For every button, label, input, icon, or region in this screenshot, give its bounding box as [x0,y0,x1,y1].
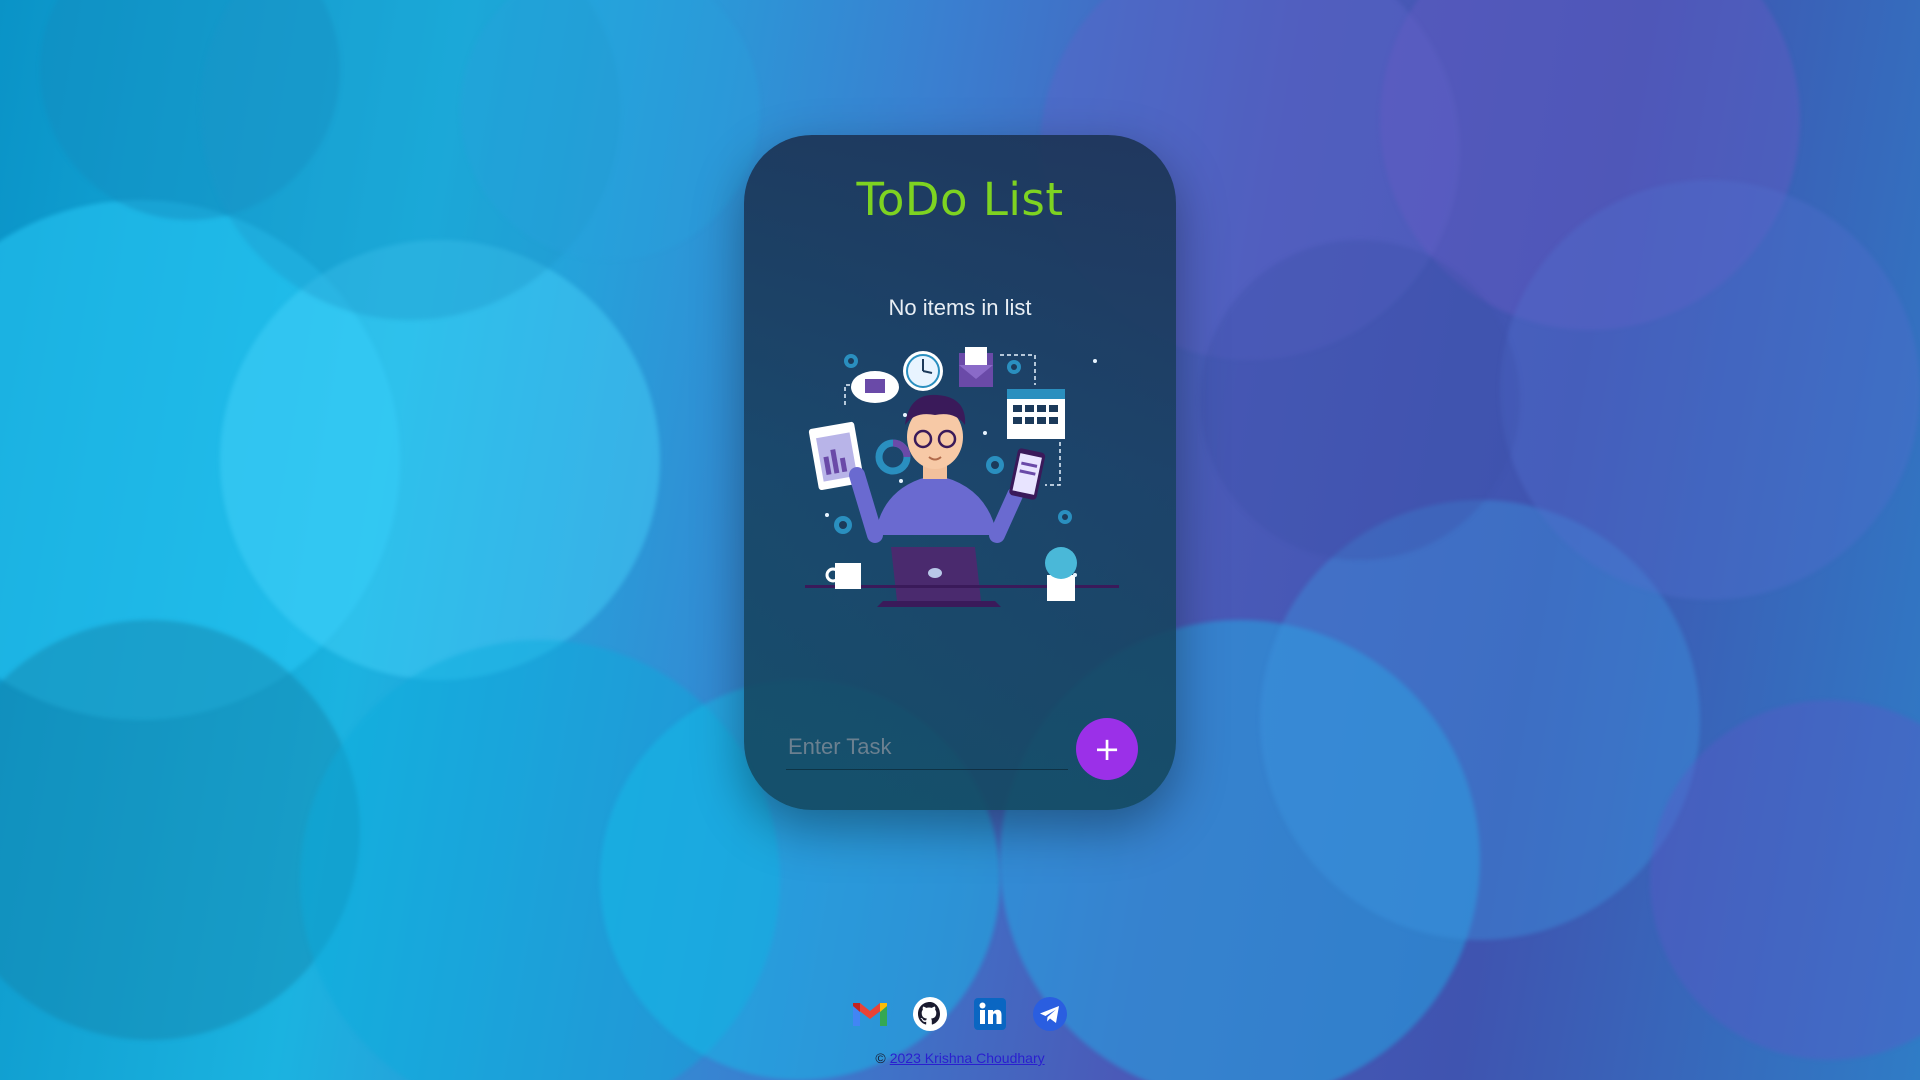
person-working-illustration [805,347,1119,607]
telegram-icon[interactable] [1030,994,1070,1034]
linkedin-icon[interactable] [970,994,1010,1034]
footer: © 2023 Krishna Choudhary [0,1050,1920,1066]
copyright-icon: © [875,1050,886,1066]
add-task-button[interactable]: + [1076,718,1138,780]
author-link[interactable]: 2023 Krishna Choudhary [890,1050,1045,1066]
task-input[interactable] [786,725,1068,770]
empty-list-message: No items in list [888,295,1032,320]
github-icon[interactable] [910,994,950,1034]
social-links [850,994,1070,1034]
app-title: ToDo List [856,173,1064,226]
gmail-icon[interactable] [850,994,890,1034]
todo-card: ToDo List No items in list Enter Task + [744,135,1176,810]
